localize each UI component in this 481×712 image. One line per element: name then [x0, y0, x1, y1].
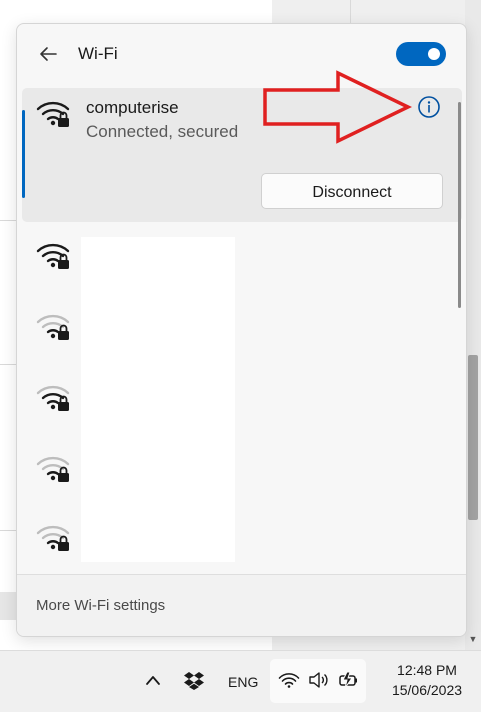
toggle-knob	[428, 48, 440, 60]
wifi-secured-icon	[36, 243, 70, 269]
back-arrow-icon[interactable]	[37, 43, 59, 65]
more-wifi-settings-link[interactable]: More Wi-Fi settings	[36, 597, 165, 614]
background-scrollbar-thumb[interactable]	[468, 355, 478, 520]
redacted-network-names	[81, 237, 235, 562]
scroll-down-arrow-icon[interactable]: ▼	[468, 634, 478, 644]
flyout-footer: More Wi-Fi settings	[17, 574, 466, 636]
wifi-secured-icon	[36, 456, 70, 482]
wifi-icon	[278, 673, 300, 688]
battery-charging-icon	[339, 671, 357, 689]
language-indicator[interactable]: ENG	[228, 674, 258, 690]
wifi-secured-icon	[36, 101, 70, 127]
disconnect-button[interactable]: Disconnect	[261, 173, 443, 209]
wifi-secured-icon	[36, 314, 70, 340]
wifi-secured-icon	[36, 525, 70, 551]
divider	[350, 0, 351, 23]
clock-date[interactable]: 15/06/2023	[379, 682, 475, 698]
flyout-scrollbar[interactable]	[458, 102, 461, 308]
divider	[0, 220, 16, 221]
dropbox-icon[interactable]	[183, 671, 205, 691]
divider	[0, 530, 16, 531]
chevron-up-icon[interactable]	[144, 673, 162, 687]
red-arrow	[263, 70, 412, 144]
divider	[0, 592, 16, 620]
selected-indicator	[22, 110, 25, 198]
divider	[0, 364, 16, 365]
taskbar: ENG 12:48 PM 15/06/2023	[0, 650, 481, 712]
flyout-title: Wi-Fi	[78, 44, 118, 63]
quick-settings-button[interactable]	[270, 659, 366, 703]
info-icon[interactable]	[417, 95, 441, 119]
wifi-toggle[interactable]	[396, 42, 446, 66]
clock-time[interactable]: 12:48 PM	[379, 662, 475, 678]
network-ssid: computerise	[86, 98, 179, 117]
speaker-icon	[309, 672, 328, 688]
network-status: Connected, secured	[86, 122, 239, 141]
background-scrollbar[interactable]	[465, 0, 481, 650]
wifi-secured-icon	[36, 385, 70, 411]
